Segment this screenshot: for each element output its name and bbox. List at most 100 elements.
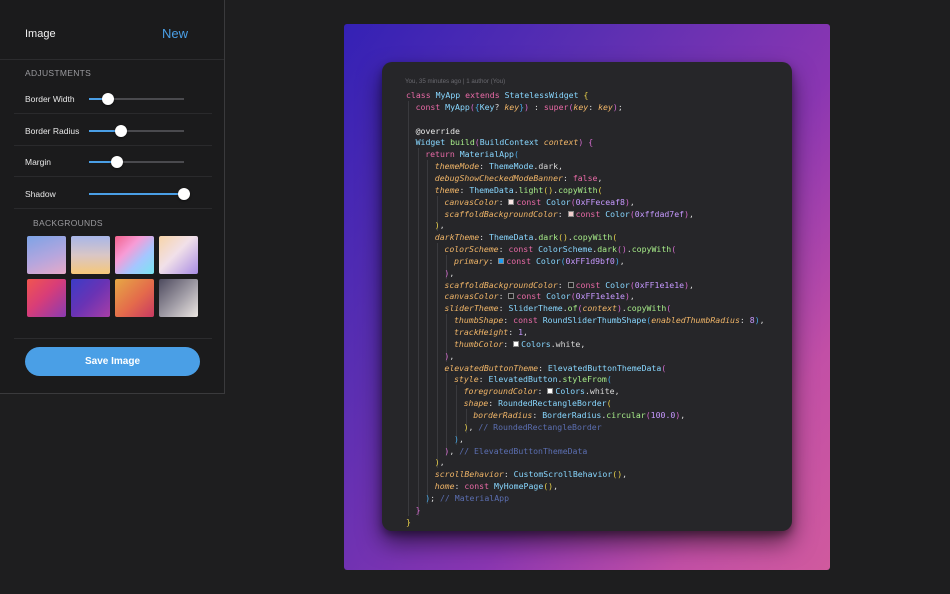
background-swatch-3[interactable] — [115, 236, 154, 274]
sidebar-title: Image — [25, 28, 56, 40]
code-token: } — [415, 504, 421, 515]
code-token: : — [588, 101, 599, 112]
adjustment-shadow: Shadow — [14, 178, 212, 209]
background-swatch-5[interactable] — [27, 279, 66, 317]
slider-thumb[interactable] — [102, 93, 114, 105]
code-token: colorScheme — [444, 244, 499, 255]
code-token: sliderTheme — [444, 303, 499, 314]
code-line: class MyApp extends StatelessWidget { — [406, 89, 588, 101]
new-button[interactable]: New — [162, 26, 188, 41]
adjustment-margin: Margin — [14, 146, 212, 177]
code-token: const — [415, 101, 446, 112]
code-token: 0xFF1e1e1e — [575, 291, 625, 302]
code-token: , — [614, 386, 620, 397]
shadow-slider[interactable] — [89, 187, 190, 200]
adjustment-border-width: Border Width — [14, 83, 212, 114]
code-token: themeMode — [434, 161, 480, 172]
code-line: ), // ElevatedButtonThemeData — [444, 445, 587, 457]
slider-thumb[interactable] — [178, 187, 190, 200]
background-swatch-4[interactable] — [159, 236, 198, 274]
code-token: RoundedRectangleBorder — [498, 398, 607, 409]
adjustment-label: Margin — [25, 157, 51, 167]
code-token: thumbColor — [454, 338, 504, 349]
code-token: { — [583, 90, 589, 100]
margin-slider[interactable] — [89, 156, 184, 168]
slider-thumb[interactable] — [115, 124, 128, 137]
code-token: : — [529, 101, 544, 112]
code-token: () — [616, 244, 627, 255]
code-line: const MyApp({Key? key}) : super(key: key… — [416, 101, 623, 113]
border-radius-slider[interactable] — [89, 124, 184, 137]
code-token: , — [689, 208, 694, 219]
code-window: You, 35 minutes ago | 1 author (You) cla… — [382, 62, 792, 531]
code-token: : — [498, 244, 509, 255]
code-line: ); // MaterialApp — [425, 492, 509, 504]
code-token: key — [573, 101, 589, 112]
code-token: const — [516, 196, 547, 207]
code-token: // MaterialApp — [439, 492, 509, 503]
code-token: () — [558, 232, 568, 243]
code-token: false — [572, 172, 598, 183]
code-line: theme: ThemeData.light().copyWith( — [435, 184, 603, 196]
color-swatch-icon — [513, 340, 520, 347]
code-token: : — [503, 315, 514, 326]
background-swatch-8[interactable] — [159, 279, 198, 317]
code-token: : — [498, 196, 509, 207]
code-token: : — [532, 409, 543, 420]
background-swatch-2[interactable] — [71, 236, 110, 274]
background-swatch-1[interactable] — [27, 236, 66, 274]
code-token: : — [503, 338, 514, 349]
code-token: ColorScheme — [538, 244, 593, 255]
code-token: scrollBehavior — [434, 469, 504, 480]
color-swatch-icon — [508, 293, 515, 300]
background-swatch-7[interactable] — [115, 279, 154, 317]
code-token: Key — [479, 101, 495, 112]
indent-guide — [427, 160, 429, 504]
code-token: copyWith — [558, 184, 598, 195]
code-token: class — [406, 90, 436, 100]
code-line: @override — [416, 125, 460, 137]
save-image-button[interactable]: Save Image — [25, 347, 200, 376]
sidebar: Image New ADJUSTMENTS Border Width Border… — [0, 0, 225, 394]
code-token: trackHeight — [454, 327, 509, 337]
code-token: StatelessWidget — [504, 90, 584, 100]
code-token: RoundSliderThumbShape — [542, 315, 647, 326]
border-width-slider[interactable] — [89, 93, 184, 105]
indent-guide — [417, 148, 419, 516]
code-token: , — [523, 327, 528, 337]
code-token: : — [488, 398, 499, 409]
code-token: , — [449, 267, 455, 278]
code-token: BuildContext — [479, 137, 544, 148]
background-swatch-6[interactable] — [71, 279, 110, 317]
code-token: const — [516, 291, 547, 302]
code-line: trackHeight: 1, — [454, 326, 528, 338]
code-token: of — [567, 303, 578, 314]
code-line: themeMode: ThemeMode.dark, — [435, 160, 563, 172]
color-swatch-icon — [567, 281, 574, 288]
code-token: canvasColor — [444, 196, 499, 207]
code-token: foregroundColor — [463, 386, 538, 397]
code-token: , — [439, 457, 445, 468]
code-token: const — [513, 315, 543, 326]
code-token: dark, — [538, 161, 563, 172]
code-token: dark — [538, 232, 559, 243]
code-token: context — [582, 303, 617, 314]
code-token: thumbShape — [454, 315, 504, 326]
code-token: , — [449, 350, 455, 361]
code-token: build — [450, 137, 475, 148]
backgrounds-heading: BACKGROUNDS — [33, 218, 103, 228]
slider-fill — [89, 192, 184, 195]
code-line: scaffoldBackgroundColor: const Color(0xf… — [444, 208, 694, 220]
code-line: borderRadius: BorderRadius.circular(100.… — [473, 409, 685, 421]
code-token: ( — [671, 244, 677, 255]
code-token: { — [588, 137, 594, 148]
code-token: ; — [430, 492, 440, 503]
code-token: : — [508, 327, 519, 337]
code-token: ( — [666, 303, 672, 314]
code-token: ThemeData — [469, 184, 514, 195]
code-token: : — [503, 469, 514, 480]
slider-thumb[interactable] — [110, 156, 123, 168]
adjustment-border-radius: Border Radius — [14, 115, 212, 146]
code-token: // RoundedRectangleBorder — [478, 421, 602, 432]
code-token: : — [454, 481, 465, 492]
